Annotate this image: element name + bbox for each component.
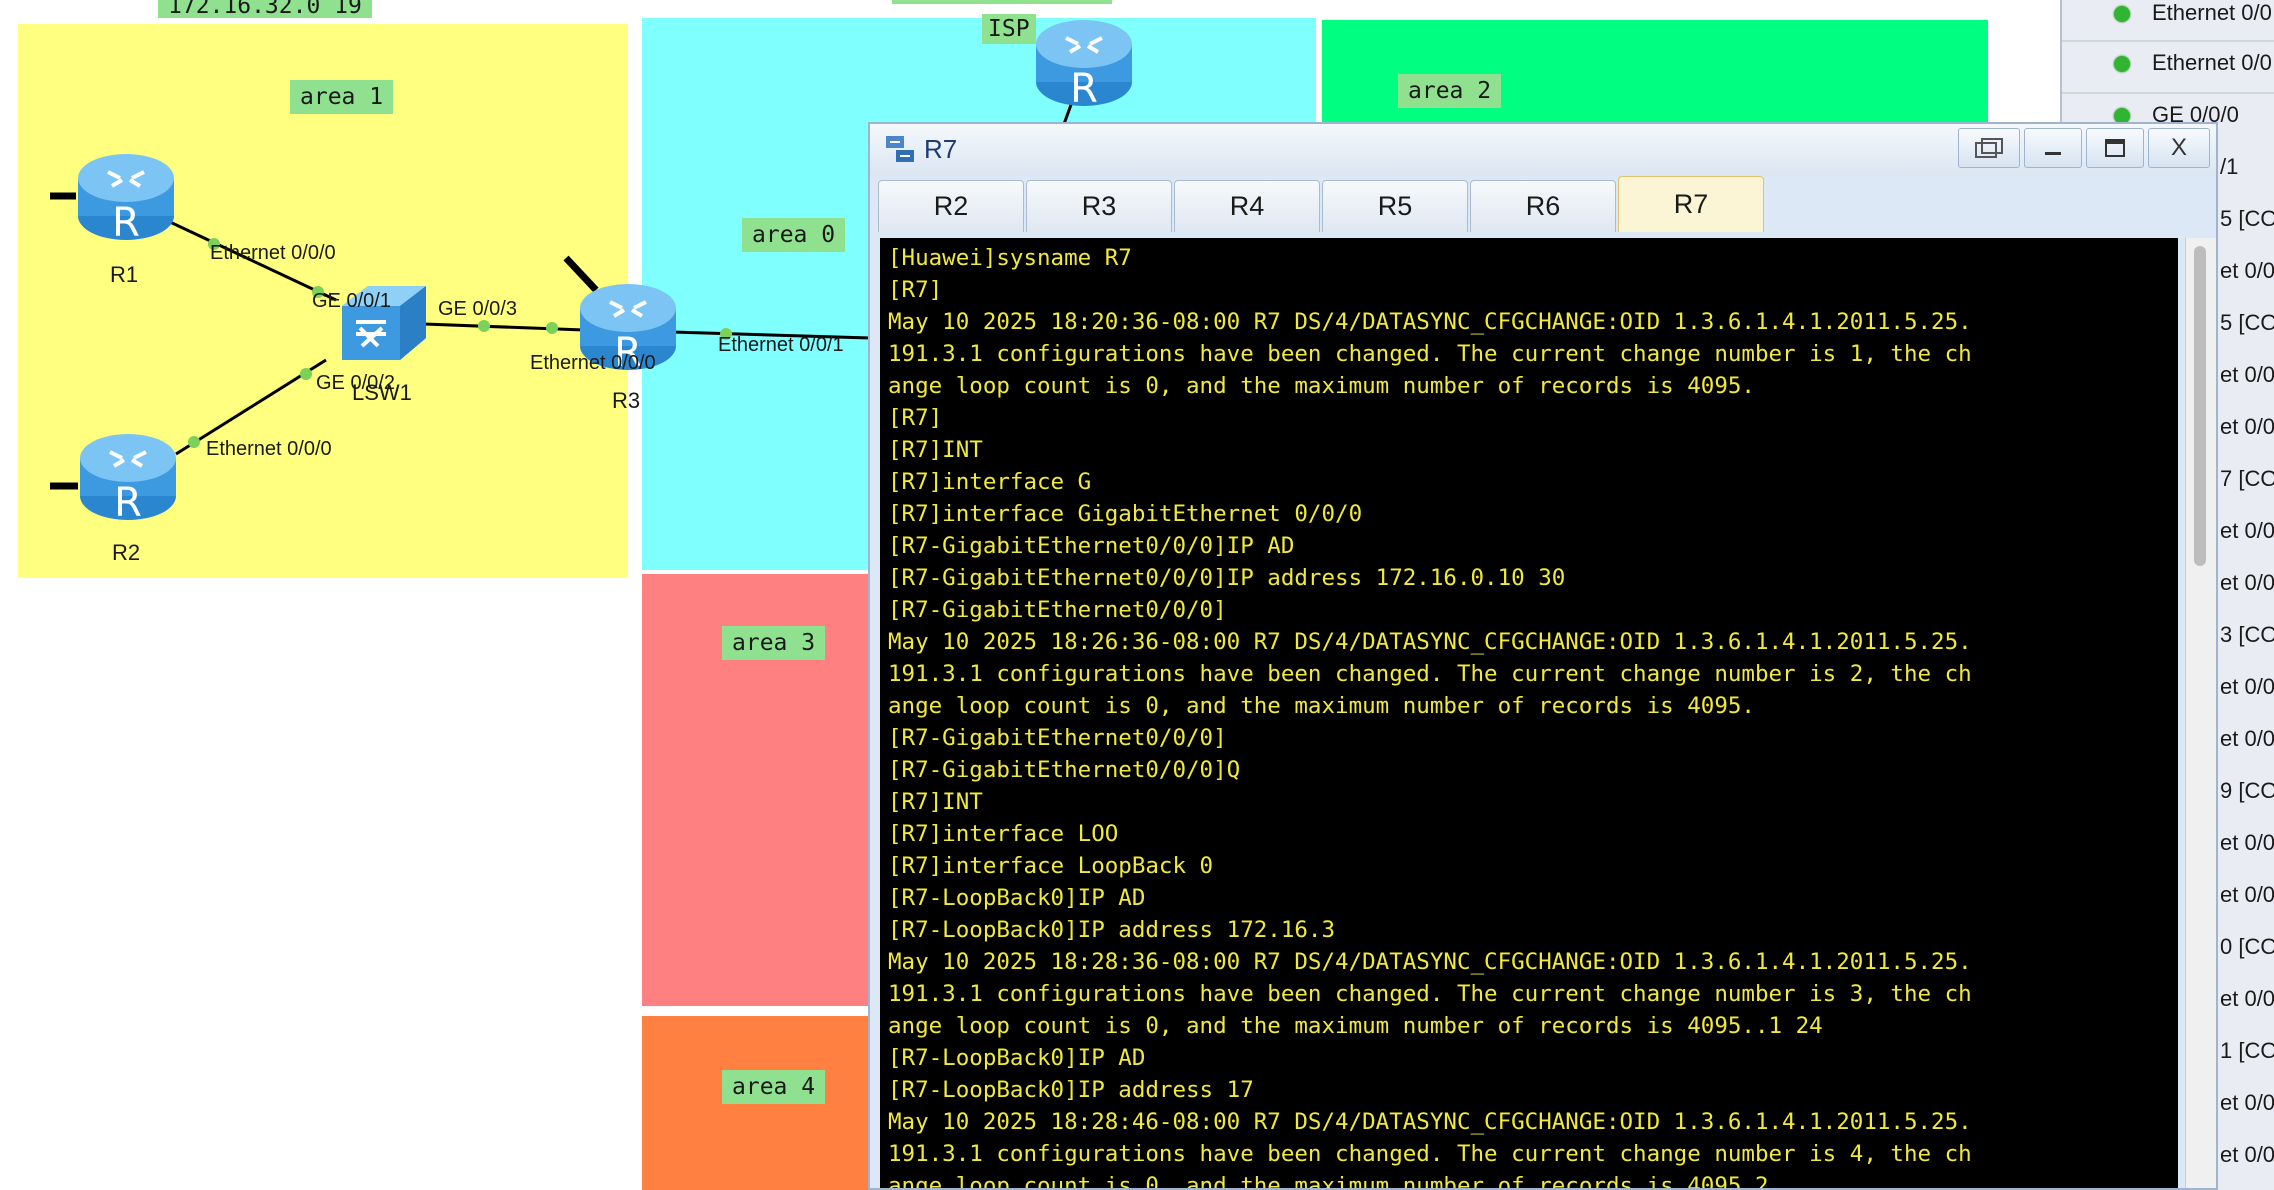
terminal-scrollbar[interactable] — [2185, 238, 2216, 1188]
panel-cut-item[interactable]: et 0/0 — [2220, 570, 2274, 596]
router-icon[interactable]: R — [76, 152, 176, 244]
terminal-line: 191.3.1 configurations have been changed… — [888, 1141, 1972, 1167]
svg-text:R: R — [114, 480, 142, 524]
minimize-icon[interactable] — [2024, 128, 2082, 168]
tab-r3[interactable]: R3 — [1026, 180, 1172, 232]
r7-console-window[interactable]: R7 X R2 R3 R4 R5 R6 R7 [Huawei]sysname R… — [868, 122, 2218, 1190]
r1-label: R1 — [110, 262, 139, 287]
tab-r2[interactable]: R2 — [878, 180, 1024, 232]
panel-cut-item[interactable]: /1 — [2220, 154, 2274, 180]
svg-text:R: R — [112, 200, 140, 244]
terminal-line: May 10 2025 18:28:46-08:00 R7 DS/4/DATAS… — [888, 1109, 1972, 1135]
interface-item[interactable]: Ethernet 0/0 — [2062, 42, 2274, 90]
terminal-line: [R7] — [888, 405, 943, 431]
port-dot — [478, 320, 490, 332]
port-label: GE 0/0/1 — [312, 290, 391, 312]
panel-cut-item[interactable]: 3 [CO — [2220, 622, 2274, 648]
router-icon[interactable]: R — [1034, 18, 1134, 110]
terminal-line: [R7-GigabitEthernet0/0/0] — [888, 725, 1227, 751]
tab-r5[interactable]: R5 — [1322, 180, 1468, 232]
terminal-line: [R7]interface LoopBack 0 — [888, 853, 1214, 879]
terminal-line: [R7]INT — [888, 789, 983, 815]
panel-cut-item[interactable]: et 0/0 — [2220, 986, 2274, 1012]
terminal-line: May 10 2025 18:20:36-08:00 R7 DS/4/DATAS… — [888, 309, 1972, 335]
terminal-line: [R7]interface GigabitEthernet 0/0/0 — [888, 501, 1363, 527]
terminal-line: [R7-GigabitEthernet0/0/0] — [888, 597, 1227, 623]
interface-item[interactable]: Ethernet 0/0 — [2062, 0, 2274, 40]
panel-cut-item[interactable]: 0 [CO — [2220, 934, 2274, 960]
panel-cut-item[interactable]: 1 [CO — [2220, 1038, 2274, 1064]
port-label: Ethernet 0/0/0 — [206, 438, 332, 460]
port-dot — [546, 322, 558, 334]
r2-label: R2 — [112, 540, 141, 565]
panel-cut-item[interactable]: et 0/0 — [2220, 362, 2274, 388]
panel-cut-item[interactable]: 5 [CO — [2220, 206, 2274, 232]
port-label: Ethernet 0/0/1 — [718, 334, 844, 356]
terminal-line: 191.3.1 configurations have been changed… — [888, 341, 1972, 367]
terminal-line: [R7]interface LOO — [888, 821, 1119, 847]
terminal-line: [R7]INT — [888, 437, 983, 463]
terminal-app-icon — [886, 136, 914, 162]
router-icon[interactable]: R — [78, 432, 178, 524]
device-tabs: R2 R3 R4 R5 R6 R7 — [878, 176, 1766, 234]
panel-cut-item[interactable]: et 0/0 — [2220, 674, 2274, 700]
terminal-line: [R7-LoopBack0]IP AD — [888, 1045, 1146, 1071]
terminal-line: ange loop count is 0, and the maximum nu… — [888, 373, 1755, 399]
port-label: Ethernet 0/0/0 — [530, 352, 656, 374]
r3-label: R3 — [612, 388, 641, 413]
panel-cut-item[interactable]: 9 [CO — [2220, 778, 2274, 804]
close-icon: X — [2170, 134, 2187, 161]
terminal-line: ange loop count is 0, and the maximum nu… — [888, 1173, 1769, 1188]
terminal-line: [R7-LoopBack0]IP address 172.16.3 — [888, 917, 1336, 943]
link-lsw1-r3 — [423, 322, 585, 332]
svg-text:R: R — [1070, 66, 1098, 110]
terminal-text: [Huawei]sysname R7 [R7] May 10 2025 18:20:… — [880, 238, 2178, 1188]
panel-cut-item[interactable]: et 0/0 — [2220, 882, 2274, 908]
terminal-line: [R7] — [888, 277, 943, 303]
terminal-line: May 10 2025 18:26:36-08:00 R7 DS/4/DATAS… — [888, 629, 1972, 655]
terminal-line: [R7-GigabitEthernet0/0/0]IP address 172.… — [888, 565, 1566, 591]
terminal-line: [R7]interface G — [888, 469, 1092, 495]
terminal-line: [R7-GigabitEthernet0/0/0]IP AD — [888, 533, 1295, 559]
port-label: GE 0/0/2 — [316, 372, 395, 394]
terminal-line: ange loop count is 0, and the maximum nu… — [888, 693, 1755, 719]
panel-cut-item[interactable]: et 0/0 — [2220, 1142, 2274, 1168]
terminal-line: 191.3.1 configurations have been changed… — [888, 981, 1972, 1007]
status-up-icon — [2114, 6, 2130, 22]
terminal-line: May 10 2025 18:28:36-08:00 R7 DS/4/DATAS… — [888, 949, 1972, 975]
restore-icon[interactable] — [1958, 128, 2020, 168]
terminal-line: ange loop count is 0, and the maximum nu… — [888, 1013, 1823, 1039]
scrollbar-thumb[interactable] — [2194, 246, 2206, 566]
port-label: GE 0/0/3 — [438, 298, 517, 320]
tab-r6[interactable]: R6 — [1470, 180, 1616, 232]
tab-r7[interactable]: R7 — [1618, 176, 1764, 232]
terminal-line: 191.3.1 configurations have been changed… — [888, 661, 1972, 687]
panel-cut-item[interactable]: et 0/0 — [2220, 414, 2274, 440]
maximize-icon[interactable] — [2086, 128, 2144, 168]
panel-cut-item[interactable]: et 0/0 — [2220, 726, 2274, 752]
window-titlebar[interactable]: R7 X — [870, 124, 2216, 176]
panel-cut-item[interactable]: et 0/0 — [2220, 258, 2274, 284]
close-button[interactable]: X — [2148, 128, 2210, 168]
port-dot — [188, 436, 200, 448]
panel-cut-item[interactable]: et 0/0 — [2220, 518, 2274, 544]
tab-r4[interactable]: R4 — [1174, 180, 1320, 232]
panel-cut-item[interactable]: et 0/0 — [2220, 1090, 2274, 1116]
port-dot — [300, 368, 312, 380]
terminal-line: [R7-GigabitEthernet0/0/0]Q — [888, 757, 1241, 783]
window-controls: X — [1954, 128, 2210, 168]
terminal-output[interactable]: [Huawei]sysname R7 [R7] May 10 2025 18:20:… — [880, 238, 2178, 1188]
panel-cut-item[interactable]: 7 [CO — [2220, 466, 2274, 492]
status-up-icon — [2114, 56, 2130, 72]
terminal-line: [R7-LoopBack0]IP address 17 — [888, 1077, 1254, 1103]
terminal-line: [R7-LoopBack0]IP AD — [888, 885, 1146, 911]
terminal-line: [Huawei]sysname R7 — [888, 245, 1132, 271]
window-title: R7 — [924, 134, 958, 164]
panel-cut-item[interactable]: et 0/0 — [2220, 830, 2274, 856]
panel-cut-item[interactable]: 5 [CO — [2220, 310, 2274, 336]
port-label: Ethernet 0/0/0 — [210, 242, 336, 264]
